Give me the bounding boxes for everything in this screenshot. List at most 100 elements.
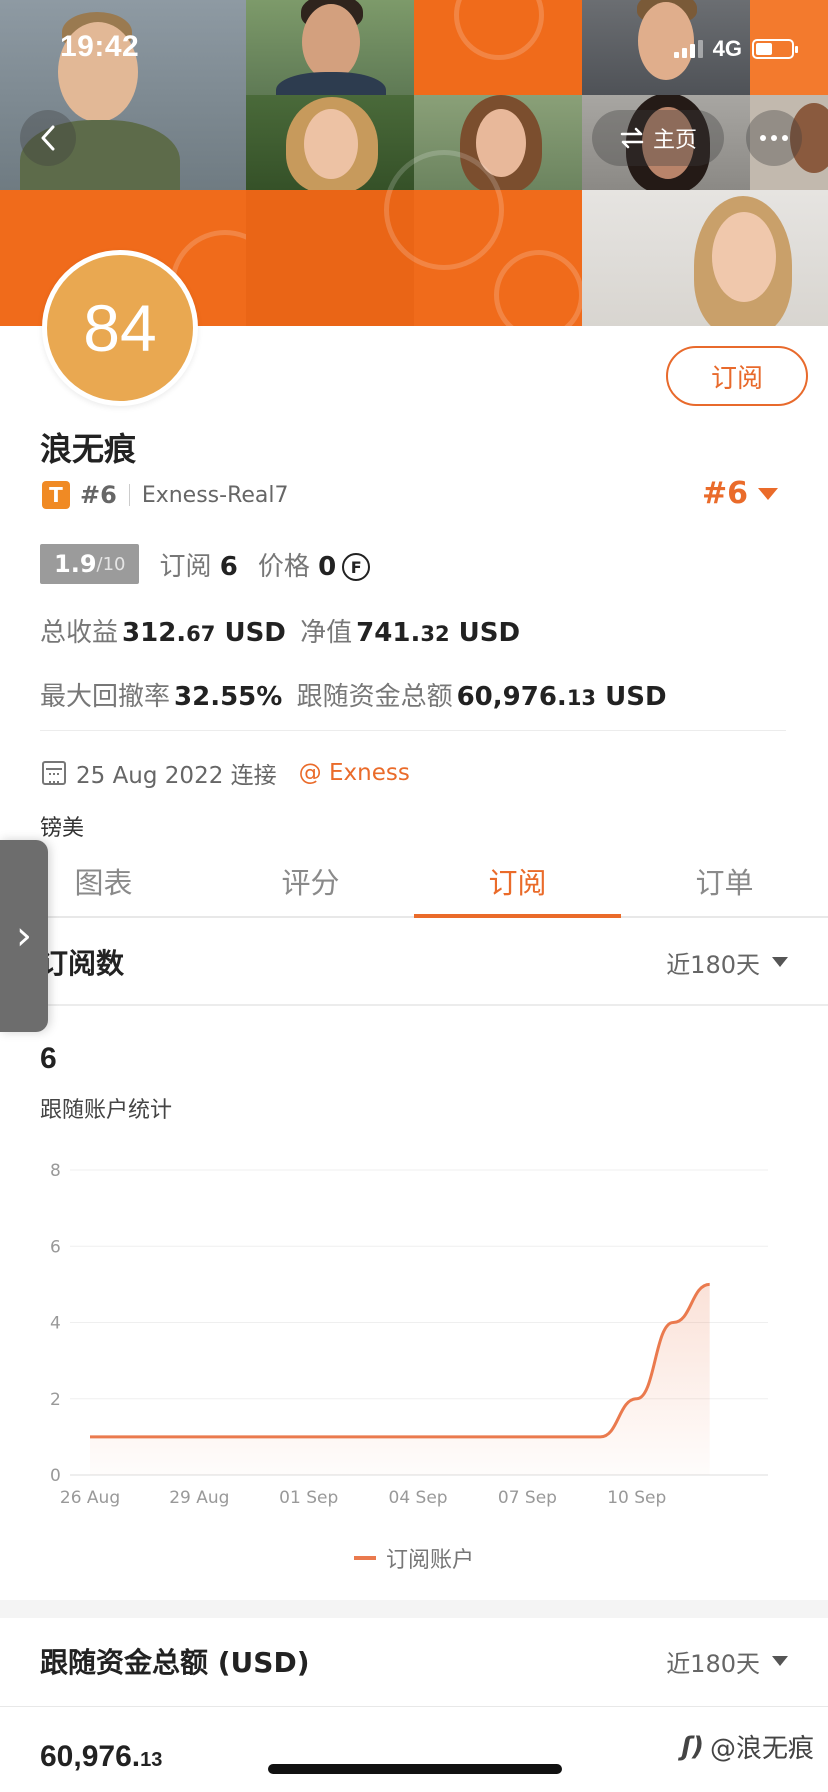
range-select-label: 近180天 <box>666 950 760 979</box>
score-circle: 84 <box>42 250 198 406</box>
more-button[interactable] <box>746 110 802 166</box>
caret-down-icon <box>758 487 779 500</box>
subscribers-value: 6 <box>219 551 238 582</box>
broker-link[interactable]: @ Exness <box>299 760 410 786</box>
follow-funds-int: 60,976. <box>456 682 567 712</box>
weibo-logo-icon: ʃ) <box>681 1731 704 1762</box>
home-button[interactable]: 主页 <box>592 110 724 166</box>
subscriptions-count: 6 <box>40 1042 57 1075</box>
total-profit-label: 总收益 <box>40 618 119 648</box>
swap-arrows-icon <box>620 127 644 149</box>
follow-funds-dec: 13 <box>566 686 597 710</box>
trader-id-row: T #6 Exness-Real7 <box>42 480 289 510</box>
price-stat: 价格 0F <box>257 546 371 583</box>
range-select[interactable]: 近180天 <box>666 1644 788 1679</box>
equity-label: 净值 <box>300 618 353 648</box>
x-tick-label: 26 Aug <box>60 1488 120 1508</box>
status-indicators: 4G <box>673 36 798 62</box>
y-tick-label: 0 <box>50 1466 61 1486</box>
divider <box>40 730 786 731</box>
x-tick-label: 10 Sep <box>607 1488 666 1508</box>
equity-int: 741. <box>356 618 421 648</box>
total-profit-dec: 67 <box>186 622 216 646</box>
y-tick-label: 4 <box>50 1314 61 1334</box>
subscribers-stat: 订阅 6 <box>159 546 237 583</box>
legend-swatch <box>353 1556 376 1560</box>
rating-value: 1.9 <box>54 550 97 578</box>
follow-funds-unit: USD <box>605 682 667 712</box>
x-tick-label: 01 Sep <box>279 1488 338 1508</box>
funds-value-dec: 13 <box>140 1749 163 1771</box>
section-gap <box>0 1600 828 1618</box>
caret-down-icon <box>772 957 788 967</box>
battery-icon <box>752 39 798 59</box>
caret-down-icon <box>772 1656 788 1666</box>
max-drawdown-value: 32.55% <box>174 682 283 712</box>
status-time: 19:42 <box>60 30 140 63</box>
x-tick-label: 07 Sep <box>498 1488 557 1508</box>
account-name: Exness-Real7 <box>141 482 289 508</box>
subscriptions-chart: 0 2 4 6 8 26 Aug 29 Aug 01 Sep 04 Sep 07 Sep 10 Se… <box>0 1150 828 1530</box>
range-select-label: 近180天 <box>666 1649 760 1678</box>
y-tick-label: 6 <box>50 1237 61 1257</box>
rank-dropdown[interactable]: #6 <box>702 476 779 511</box>
max-drawdown-label: 最大回撤率 <box>40 682 171 712</box>
x-tick-label: 29 Aug <box>169 1488 229 1508</box>
price-value: 0 <box>318 551 337 582</box>
equity-unit: USD <box>458 618 521 648</box>
rating-max: /10 <box>96 553 126 575</box>
subscriptions-subtitle: 跟随账户统计 <box>40 1098 173 1123</box>
subscribe-button[interactable]: 订阅 <box>666 346 808 406</box>
calendar-icon <box>42 761 66 785</box>
subscriptions-header: 订阅数 近180天 <box>0 920 828 1006</box>
series-line <box>90 1282 710 1439</box>
trader-name: 浪无痕 <box>40 430 137 468</box>
funds-value-int: 60,976. <box>40 1740 141 1773</box>
range-select[interactable]: 近180天 <box>666 945 788 980</box>
subscriptions-chart-svg: 0 2 4 6 8 26 Aug 29 Aug 01 Sep 04 Sep 07 Sep 10 Se… <box>50 1161 768 1508</box>
stats-row-profit: 总收益 312.67 USD 净值 741.32 USD <box>40 612 526 649</box>
back-button[interactable] <box>20 110 76 166</box>
stats-row-drawdown: 最大回撤率 32.55% 跟随资金总额 60,976.13 USD <box>40 676 673 713</box>
signal-icon <box>673 40 703 58</box>
subscribers-label: 订阅 <box>159 551 212 582</box>
banner-photo <box>246 95 414 190</box>
x-tick-label: 04 Sep <box>389 1488 448 1508</box>
rank-label: #6 <box>80 481 117 509</box>
home-button-label: 主页 <box>652 128 697 153</box>
banner-tile <box>384 150 584 326</box>
trader-type-badge: T <box>42 481 70 509</box>
funds-value: 60,976.13 <box>40 1740 162 1774</box>
total-profit-unit: USD <box>224 618 286 648</box>
total-profit-int: 312. <box>122 618 187 648</box>
banner-tile <box>414 0 582 95</box>
divider <box>0 1706 828 1707</box>
stats-row-rating: 1.9/10 订阅 6 价格 0F <box>40 544 371 584</box>
watermark: ʃ) @浪无痕 <box>681 1728 814 1765</box>
equity-dec: 32 <box>420 622 450 646</box>
banner-photo <box>582 190 828 326</box>
divider <box>128 484 130 506</box>
network-type: 4G <box>712 36 742 61</box>
tab-bar: 图表 评分 订阅 订单 <box>0 846 828 918</box>
chevron-right-icon: › <box>16 913 32 959</box>
side-drawer-handle[interactable]: › <box>0 840 48 1032</box>
follow-funds-label: 跟随资金总额 <box>296 682 453 712</box>
y-tick-label: 8 <box>50 1161 61 1181</box>
coin-icon: F <box>342 553 371 581</box>
funds-header: 跟随资金总额 (USD) 近180天 <box>0 1618 828 1704</box>
tab-rating[interactable]: 评分 <box>207 846 414 916</box>
series-area <box>90 1284 710 1475</box>
chart-legend[interactable]: 订阅账户 <box>0 1542 828 1574</box>
price-label: 价格 <box>257 551 310 582</box>
connected-row: 25 Aug 2022 连接 @ Exness <box>42 756 410 790</box>
home-indicator <box>268 1764 562 1774</box>
rating-badge: 1.9/10 <box>40 544 140 584</box>
connected-date: 25 Aug 2022 连接 <box>76 763 277 789</box>
banner-photo <box>246 0 414 95</box>
legend-label: 订阅账户 <box>385 1548 474 1573</box>
more-dots-icon <box>760 135 788 141</box>
tab-orders[interactable]: 订单 <box>621 846 828 916</box>
tab-subscriptions[interactable]: 订阅 <box>414 846 621 918</box>
y-tick-label: 2 <box>50 1390 61 1410</box>
